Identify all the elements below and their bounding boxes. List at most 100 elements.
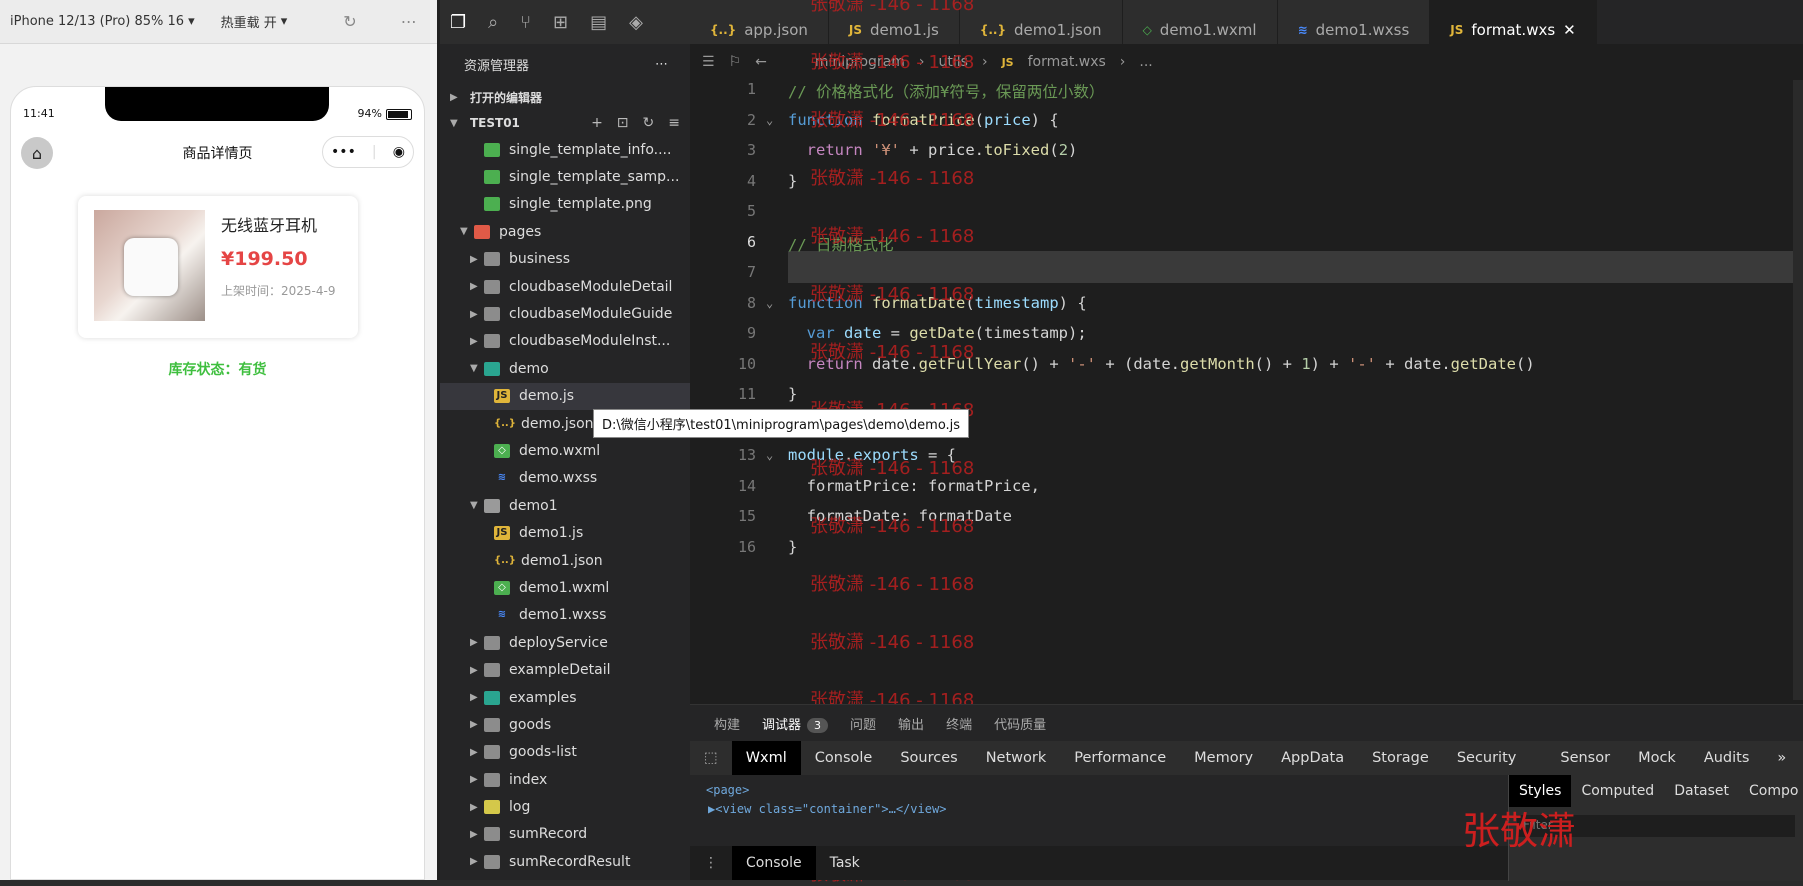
collapse-icon[interactable]: ≡ — [668, 115, 680, 131]
current-line-highlight — [788, 251, 1803, 283]
source-control-icon[interactable]: ⑂ — [520, 12, 531, 33]
bookmark-icon[interactable]: ⚐ — [729, 54, 742, 70]
tree-item[interactable]: {..} demo1.json — [440, 547, 690, 574]
devtools-tab-mock[interactable]: Mock — [1624, 741, 1690, 775]
back-icon[interactable]: ← — [755, 54, 767, 70]
code-line: } — [788, 385, 798, 403]
product-card[interactable]: 无线蓝牙耳机 ¥199.50 上架时间：2025-4-9 — [78, 196, 358, 338]
search-icon[interactable]: ⌕ — [488, 12, 498, 33]
tree-item[interactable]: ≋ demo.wxss — [440, 465, 690, 492]
tree-item[interactable]: ▶ sumRecordResult — [440, 848, 690, 875]
tree-item[interactable]: single_template_info.... — [440, 136, 690, 163]
editor-scrollbar[interactable] — [1793, 80, 1803, 700]
devtools-tab-memory[interactable]: Memory — [1180, 741, 1267, 775]
open-editors-section[interactable]: ▶ 打开的编辑器 — [440, 84, 690, 110]
preview-icon[interactable]: ▤ — [590, 12, 607, 33]
devtools-tab-audits[interactable]: Audits — [1690, 741, 1764, 775]
tree-item[interactable]: ▶ goods — [440, 711, 690, 738]
tree-item[interactable]: ▶ cloudbaseModuleGuide — [440, 300, 690, 327]
tree-item-label: cloudbaseModuleInst... — [509, 333, 671, 350]
tree-item[interactable]: single_template.png — [440, 191, 690, 218]
fold-icon[interactable]: ⌄ — [766, 448, 773, 462]
tree-item[interactable]: JS demo.js — [440, 382, 690, 410]
more-icon[interactable]: ⋯ — [401, 12, 417, 31]
devtools-tab-sources[interactable]: Sources — [886, 741, 971, 775]
tree-item[interactable]: ▼ pages — [440, 218, 690, 245]
product-image — [94, 210, 205, 321]
tree-item[interactable]: single_template_samp... — [440, 163, 690, 190]
tree-item[interactable]: ▶ goods-list — [440, 739, 690, 766]
tree-item[interactable]: ≋ demo1.wxss — [440, 602, 690, 629]
tree-item[interactable]: ▶ business — [440, 246, 690, 273]
tree-item[interactable]: JS demo1.js — [440, 519, 690, 546]
folder-icon — [484, 334, 500, 349]
tree-item[interactable]: ▶ examples — [440, 684, 690, 711]
close-icon[interactable]: ✕ — [1563, 21, 1576, 39]
breadcrumb-item[interactable]: ... — [1139, 54, 1152, 70]
tab-component[interactable]: Compo — [1739, 775, 1803, 807]
refresh-icon[interactable]: ↻ — [643, 115, 655, 131]
tree-item[interactable]: ▶ cloudbaseModuleInst... — [440, 328, 690, 355]
tree-item[interactable]: ▼ demo1 — [440, 492, 690, 519]
battery-icon — [386, 108, 412, 120]
tab-console[interactable]: Console — [732, 846, 816, 880]
devtools-tab-storage[interactable]: Storage — [1358, 741, 1443, 775]
tree-item[interactable]: ▼ demo — [440, 355, 690, 382]
new-file-icon[interactable]: + — [591, 115, 603, 131]
device-selector[interactable]: iPhone 12/13 (Pro) 85% 16 ▾ — [10, 14, 195, 29]
tree-item-label: goods-list — [509, 744, 577, 761]
tab-debugger[interactable]: 调试器 3 — [762, 714, 829, 733]
devtools-tab-wxml[interactable]: Wxml — [731, 741, 801, 775]
capsule-menu[interactable]: ••• | ◉ — [322, 136, 414, 168]
tree-item[interactable]: ▶ log — [440, 793, 690, 820]
tab-task[interactable]: Task — [816, 846, 874, 880]
more-icon[interactable]: ⋯ — [655, 57, 668, 72]
tab-build[interactable]: 构建 — [714, 714, 740, 733]
docker-icon[interactable]: ◈ — [629, 12, 643, 33]
tree-item[interactable]: ▶ deployService — [440, 629, 690, 656]
file-type-icon: JS — [848, 23, 862, 37]
tree-item[interactable]: ▶ exampleDetail — [440, 656, 690, 683]
devtools-tab-appdata[interactable]: AppData — [1267, 741, 1358, 775]
tab-terminal[interactable]: 终端 — [946, 714, 972, 733]
breadcrumb-item[interactable]: format.wxs — [1028, 54, 1106, 70]
inspect-icon[interactable]: ⬚ — [690, 741, 732, 775]
more-dots-icon[interactable]: ••• — [331, 144, 356, 160]
drawer-menu-icon[interactable]: ⋮ — [690, 846, 732, 880]
fold-icon[interactable]: ⌄ — [766, 296, 773, 310]
more-tabs-icon[interactable]: » — [1763, 741, 1800, 775]
tree-item[interactable]: ▶ cloudbaseModuleDetail — [440, 273, 690, 300]
files-icon[interactable]: ❐ — [450, 12, 466, 33]
project-section[interactable]: ▼ TEST01 + ⊡ ↻ ≡ — [440, 110, 690, 136]
devtools-tab-network[interactable]: Network — [972, 741, 1061, 775]
close-circle-icon[interactable]: ◉ — [393, 144, 405, 160]
tree-item-label: demo.js — [519, 388, 575, 405]
tab-dataset[interactable]: Dataset — [1664, 775, 1739, 807]
tree-item[interactable]: ▶ index — [440, 766, 690, 793]
tree-item-label: business — [509, 251, 571, 268]
refresh-icon[interactable]: ↻ — [343, 12, 356, 31]
devtools-tab-console[interactable]: Console — [801, 741, 887, 775]
tree-item-label: exampleDetail — [509, 662, 611, 679]
tree-item-label: pages — [499, 223, 542, 240]
devtools-tab-security[interactable]: Security — [1443, 741, 1531, 775]
chevron-right-icon: ▶ — [470, 281, 478, 293]
tab-output[interactable]: 输出 — [898, 714, 924, 733]
tree-item[interactable]: ◇ demo1.wxml — [440, 574, 690, 601]
new-folder-icon[interactable]: ⊡ — [617, 115, 629, 131]
devtools-tab-sensor[interactable]: Sensor — [1546, 741, 1624, 775]
tree-item-label: examples — [509, 689, 577, 706]
home-icon[interactable]: ⌂ — [21, 137, 53, 169]
list-icon[interactable]: ☰ — [702, 54, 715, 70]
devtools-tab-performance[interactable]: Performance — [1060, 741, 1180, 775]
chevron-right-icon: ▶ — [470, 801, 478, 813]
tab-problems[interactable]: 问题 — [850, 714, 876, 733]
hot-reload-toggle[interactable]: 热重载 开 ▾ — [221, 12, 288, 31]
tab-computed[interactable]: Computed — [1571, 775, 1664, 807]
extensions-icon[interactable]: ⊞ — [553, 12, 568, 33]
battery-indicator: 94% — [358, 107, 412, 127]
tree-item[interactable]: ◇ demo.wxml — [440, 437, 690, 464]
tab-code-quality[interactable]: 代码质量 — [994, 714, 1046, 733]
fold-icon[interactable]: ⌄ — [766, 113, 773, 127]
tree-item[interactable]: ▶ sumRecord — [440, 821, 690, 848]
